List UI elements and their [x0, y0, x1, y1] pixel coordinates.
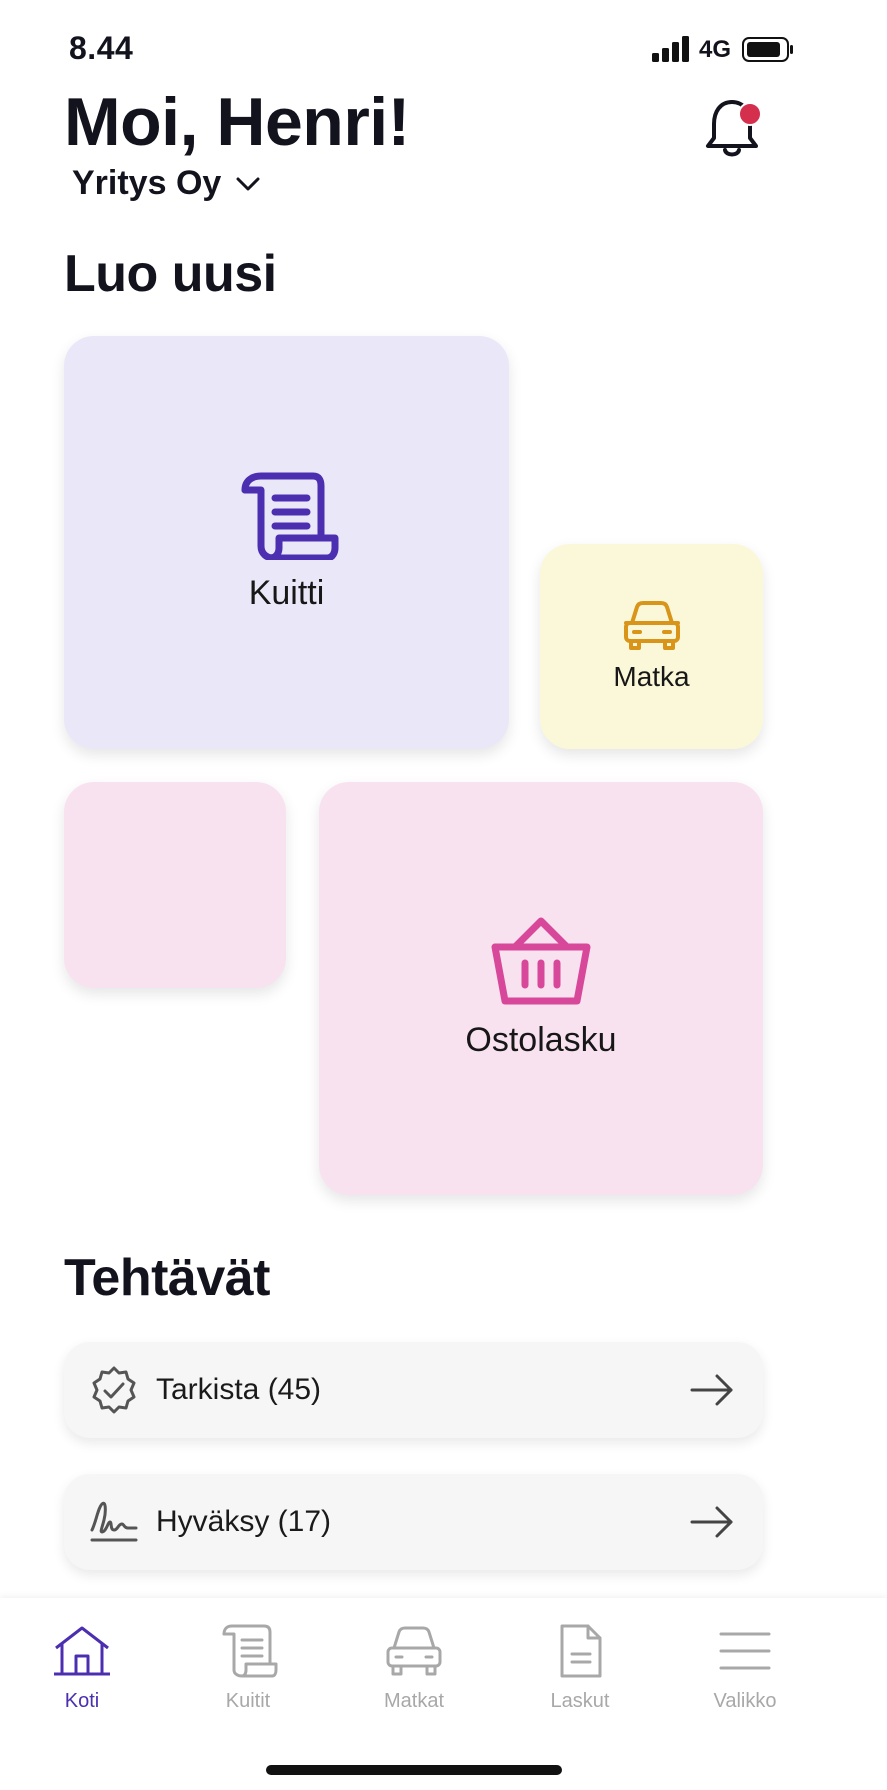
- company-name: Yritys Oy: [72, 164, 222, 202]
- create-trip-tile[interactable]: Matka: [540, 544, 763, 749]
- tab-home-label: Koti: [64, 1690, 100, 1712]
- create-section-title: Luo uusi: [64, 245, 277, 303]
- create-receipt-tile[interactable]: Kuitti: [64, 336, 509, 749]
- chevron-down-icon: [236, 177, 260, 190]
- check-badge-icon: [92, 1366, 136, 1414]
- tab-trips[interactable]: Matkat: [339, 1598, 489, 1728]
- car-icon: [623, 600, 680, 650]
- tab-home[interactable]: Koti: [7, 1598, 157, 1728]
- create-trip-label: Matka: [613, 660, 690, 692]
- task-review-label: Tarkista (45): [156, 1373, 322, 1406]
- arrow-right-icon: [690, 1374, 733, 1406]
- signal-icon: [652, 36, 689, 62]
- tab-menu-label: Valikko: [713, 1690, 777, 1712]
- tab-invoices[interactable]: Laskut: [505, 1598, 655, 1728]
- receipt-scroll-icon: [241, 472, 338, 560]
- document-icon: [560, 1624, 602, 1678]
- arrow-right-icon: [690, 1506, 733, 1538]
- tab-menu[interactable]: Valikko: [670, 1598, 820, 1728]
- home-icon: [54, 1626, 110, 1676]
- menu-icon: [719, 1632, 771, 1670]
- company-selector[interactable]: Yritys Oy: [72, 164, 261, 203]
- battery-icon: [742, 37, 793, 62]
- create-purchase-invoice-label: Ostolasku: [465, 1021, 617, 1059]
- basket-icon: [491, 917, 591, 1005]
- create-receipt-label: Kuitti: [248, 574, 325, 612]
- tab-receipts-label: Kuitit: [225, 1690, 271, 1712]
- network-type: 4G: [699, 36, 732, 63]
- tab-trips-label: Matkat: [383, 1690, 445, 1712]
- status-time: 8.44: [69, 30, 134, 66]
- car-icon: [386, 1626, 442, 1676]
- bottom-tab-bar: Koti Kuitit Matkat Laskut Valikko: [0, 1598, 887, 1790]
- task-review[interactable]: Tarkista (45): [64, 1342, 763, 1438]
- home-indicator[interactable]: [266, 1765, 562, 1775]
- signature-icon: [90, 1501, 138, 1542]
- greeting-title: Moi, Henri!: [64, 84, 410, 160]
- notification-dot: [738, 102, 762, 126]
- receipt-icon: [222, 1624, 278, 1678]
- tab-invoices-label: Laskut: [550, 1690, 610, 1712]
- create-extra-tile[interactable]: [64, 782, 286, 988]
- create-purchase-invoice-tile[interactable]: Ostolasku: [319, 782, 763, 1195]
- tab-receipts[interactable]: Kuitit: [173, 1598, 323, 1728]
- tasks-section-title: Tehtävät: [64, 1249, 270, 1307]
- task-approve[interactable]: Hyväksy (17): [64, 1474, 763, 1570]
- task-approve-label: Hyväksy (17): [156, 1505, 332, 1538]
